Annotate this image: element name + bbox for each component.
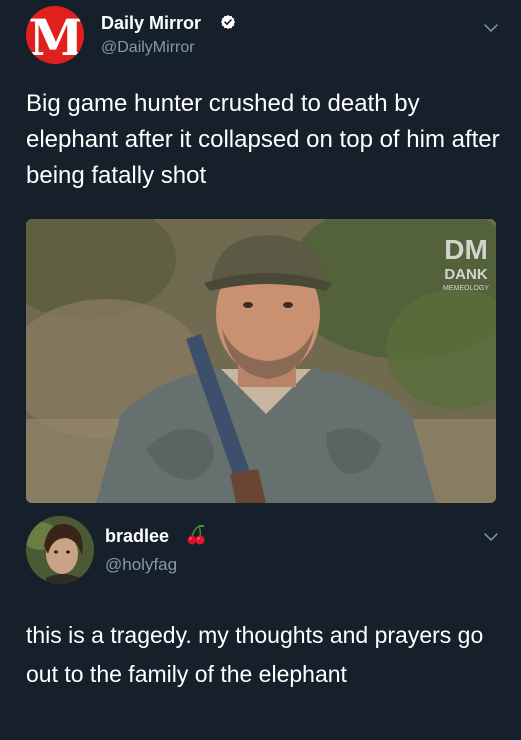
avatar[interactable]	[26, 516, 94, 584]
verified-badge-icon	[221, 15, 236, 29]
chevron-down-icon[interactable]	[484, 532, 498, 542]
avatar-letter: M	[28, 8, 83, 64]
reply-text: this is a tragedy. my thoughts and praye…	[26, 622, 484, 687]
watermark-title: DANK	[444, 266, 487, 283]
hunter-photo-illustration: DM DANK MEMEOLOGY	[26, 219, 496, 503]
watermark-mark: DM	[444, 234, 488, 265]
author-handle[interactable]: @holyfag	[105, 555, 177, 575]
author-handle[interactable]: @DailyMirror	[101, 39, 195, 57]
chevron-down-icon[interactable]	[484, 23, 498, 33]
author-name[interactable]: bradlee	[105, 526, 169, 547]
avatar-photo	[26, 516, 94, 584]
cherries-icon	[187, 525, 205, 545]
avatar[interactable]: M	[26, 6, 84, 64]
tweet-text: Big game hunter crushed to death by elep…	[26, 90, 500, 189]
tweet-photo[interactable]: DM DANK MEMEOLOGY	[26, 219, 496, 503]
watermark-subtitle: MEMEOLOGY	[443, 285, 489, 292]
author-name[interactable]: Daily Mirror	[101, 13, 201, 34]
tweet-card[interactable]: M Daily Mirror @DailyMirror Big game hun…	[0, 0, 521, 505]
